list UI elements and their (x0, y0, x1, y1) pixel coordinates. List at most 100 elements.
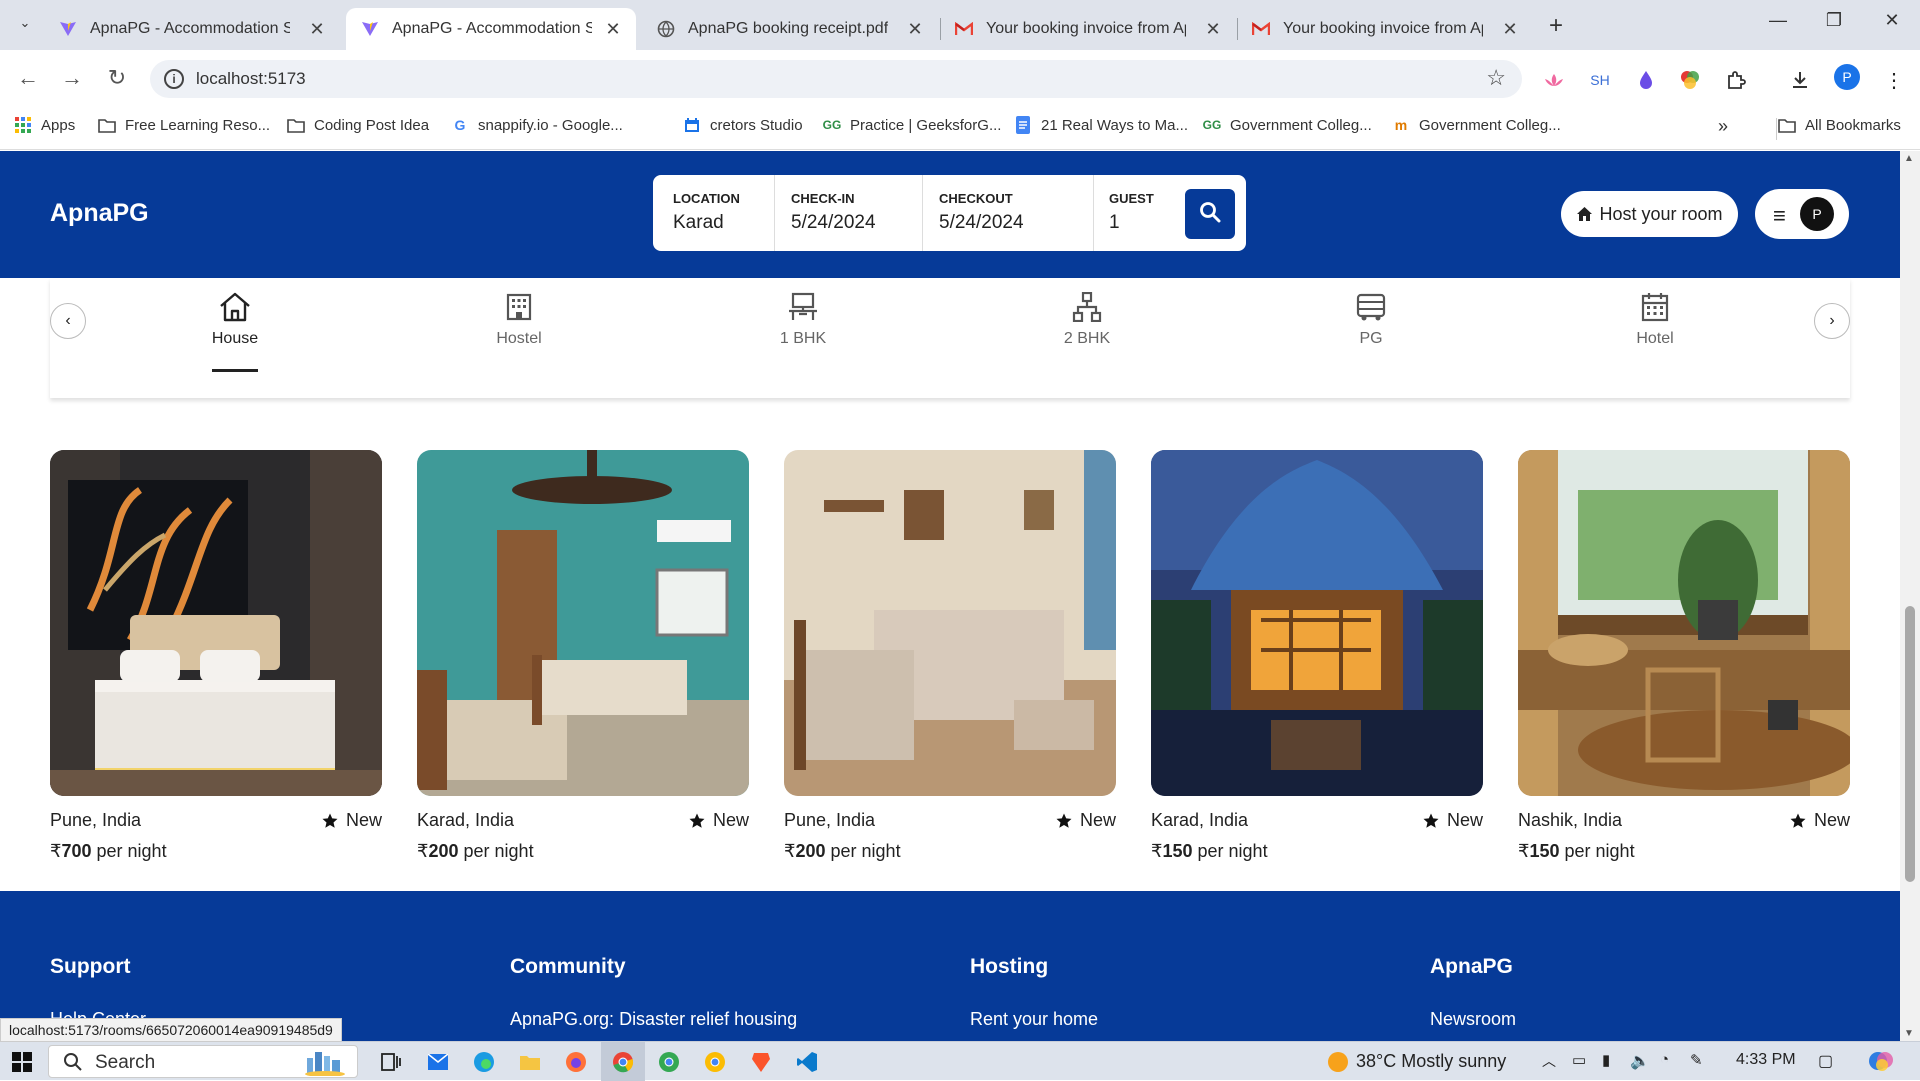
notification-icon[interactable]: ▢ (1818, 1051, 1833, 1071)
category-2bhk[interactable]: 2 BHK (1027, 290, 1147, 348)
category-hotel[interactable]: Hotel (1595, 290, 1715, 348)
task-view-icon[interactable] (377, 1048, 405, 1076)
scroll-down-icon[interactable]: ▼ (1904, 1028, 1914, 1039)
bookmark-link[interactable]: Gsnappify.io - Google... (451, 116, 623, 134)
forward-icon[interactable]: → (58, 64, 86, 92)
lotus-extension-icon[interactable] (1540, 66, 1568, 94)
close-icon[interactable]: ✕ (1204, 19, 1222, 40)
tray-chevron-up-icon[interactable]: ︿ (1542, 1051, 1556, 1071)
windows-start-icon[interactable] (8, 1048, 36, 1076)
category-1bhk[interactable]: 1 BHK (743, 290, 863, 348)
tray-network-icon[interactable]: ▭ (1572, 1051, 1586, 1069)
search-button[interactable] (1185, 189, 1235, 239)
restore-icon[interactable]: ❐ (1822, 10, 1846, 31)
chrome-profile-icon[interactable] (655, 1048, 683, 1076)
close-icon[interactable]: ✕ (604, 19, 622, 40)
bookmark-link[interactable]: cretors Studio (683, 116, 803, 134)
listing-photo[interactable] (417, 450, 749, 796)
mail-app-icon[interactable] (424, 1048, 452, 1076)
category-prev-button[interactable]: ‹ (50, 303, 86, 339)
close-icon[interactable]: ✕ (906, 19, 924, 40)
location-value[interactable]: Karad (673, 212, 740, 234)
tab-search-button[interactable]: ⌄ (14, 12, 36, 34)
firefox-icon[interactable] (562, 1048, 590, 1076)
download-icon[interactable] (1786, 66, 1814, 94)
chrome-alt-icon[interactable] (701, 1048, 729, 1076)
vscode-icon[interactable] (793, 1048, 821, 1076)
bookmark-link[interactable]: GG Government Colleg... (1203, 116, 1372, 134)
minimize-icon[interactable]: — (1766, 10, 1790, 31)
category-next-button[interactable]: › (1814, 303, 1850, 339)
listing-card[interactable]: Pune, India New ₹700 per night (50, 450, 382, 861)
bookmark-link[interactable]: GG Practice | GeeksforG... (823, 116, 1002, 134)
close-icon[interactable]: ✕ (1501, 19, 1519, 40)
listing-card[interactable]: Pune, India New ₹200 per night (784, 450, 1116, 861)
browser-tab[interactable]: Your booking invoice from Apna ✕ (1237, 8, 1533, 50)
volume-icon[interactable]: 🔈 (1630, 1051, 1650, 1071)
guest-field[interactable]: GUEST 1 (1109, 191, 1154, 234)
brave-icon[interactable] (747, 1048, 775, 1076)
bookmark-apps[interactable]: Apps (14, 116, 75, 134)
sh-extension-icon[interactable]: SH (1586, 66, 1614, 94)
back-icon[interactable]: ← (14, 64, 42, 92)
scrollbar-thumb[interactable] (1905, 606, 1915, 882)
listing-photo[interactable] (1151, 450, 1483, 796)
drop-extension-icon[interactable] (1632, 66, 1660, 94)
listing-card[interactable]: Karad, India New ₹200 per night (417, 450, 749, 861)
page-scrollbar[interactable]: ▲ ▼ (1900, 151, 1920, 1041)
app-logo[interactable]: ApnaPG (50, 199, 149, 228)
chrome-icon[interactable] (609, 1048, 637, 1076)
listing-photo[interactable] (784, 450, 1116, 796)
user-menu-button[interactable]: ≡ P (1755, 189, 1849, 239)
bookmark-link[interactable]: m Government Colleg... (1392, 116, 1561, 134)
listing-card[interactable]: Karad, India New ₹150 per night (1151, 450, 1483, 861)
file-explorer-icon[interactable] (516, 1048, 544, 1076)
checkin-field[interactable]: CHECK-IN 5/24/2024 (791, 191, 876, 234)
browser-tab[interactable]: ApnaPG - Accommodation Solu ✕ (44, 8, 340, 50)
close-icon[interactable]: ✕ (308, 19, 326, 40)
copilot-icon[interactable] (1868, 1048, 1894, 1079)
new-tab-button[interactable]: + (1544, 12, 1568, 40)
pen-icon[interactable]: ✎ (1690, 1051, 1703, 1069)
kebab-menu-icon[interactable]: ⋮ (1880, 66, 1908, 94)
footer-link[interactable]: Newsroom (1430, 1009, 1516, 1030)
listing-card[interactable]: Nashik, India New ₹150 per night (1518, 450, 1850, 861)
listing-photo[interactable] (50, 450, 382, 796)
bookmark-folder[interactable]: Free Learning Reso... (98, 116, 270, 134)
checkout-value[interactable]: 5/24/2024 (939, 212, 1024, 234)
puzzle-extensions-icon[interactable] (1722, 66, 1750, 94)
battery-icon[interactable]: ▮ (1602, 1051, 1610, 1069)
clock-time[interactable]: 4:33 PM (1736, 1051, 1796, 1069)
footer-link[interactable]: ApnaPG.org: Disaster relief housing (510, 1009, 797, 1030)
browser-tab-active[interactable]: ApnaPG - Accommodation Solu ✕ (346, 8, 636, 50)
bookmark-folder[interactable]: Coding Post Idea (287, 116, 429, 134)
footer-link[interactable]: Rent your home (970, 1009, 1098, 1030)
checkin-value[interactable]: 5/24/2024 (791, 212, 876, 234)
window-close-icon[interactable]: ✕ (1880, 10, 1904, 31)
listing-photo[interactable] (1518, 450, 1850, 796)
url-text[interactable]: localhost:5173 (196, 69, 306, 89)
location-field[interactable]: LOCATION Karad (673, 191, 740, 234)
browser-tab[interactable]: ApnaPG booking receipt.pdf ✕ (642, 8, 938, 50)
bookmark-link[interactable]: 21 Real Ways to Ma... (1014, 116, 1188, 134)
category-house[interactable]: House (175, 290, 295, 372)
reload-icon[interactable]: ↻ (103, 64, 131, 92)
category-pg[interactable]: PG (1311, 290, 1431, 348)
site-info-icon[interactable]: i (164, 69, 184, 89)
weather-widget[interactable]: 38°C Mostly sunny (1328, 1051, 1506, 1073)
edge-browser-icon[interactable] (470, 1048, 498, 1076)
profile-avatar[interactable]: P (1834, 64, 1860, 90)
guest-value[interactable]: 1 (1109, 212, 1154, 234)
checkout-field[interactable]: CHECKOUT 5/24/2024 (939, 191, 1024, 234)
address-bar[interactable]: i localhost:5173 ☆ (150, 60, 1522, 98)
wifi-icon[interactable]: ◔ (1660, 1051, 1669, 1068)
bookmark-star-icon[interactable]: ☆ (1486, 65, 1506, 91)
bookmark-all[interactable]: All Bookmarks (1778, 116, 1901, 134)
color-extension-icon[interactable] (1676, 66, 1704, 94)
host-your-room-button[interactable]: Host your room (1561, 191, 1738, 237)
bookmarks-overflow-icon[interactable]: » (1718, 116, 1728, 137)
browser-tab[interactable]: Your booking invoice from Apna ✕ (940, 8, 1236, 50)
category-hostel[interactable]: Hostel (459, 290, 579, 348)
scroll-up-icon[interactable]: ▲ (1904, 153, 1914, 164)
taskbar-search-box[interactable]: Search (48, 1045, 358, 1078)
